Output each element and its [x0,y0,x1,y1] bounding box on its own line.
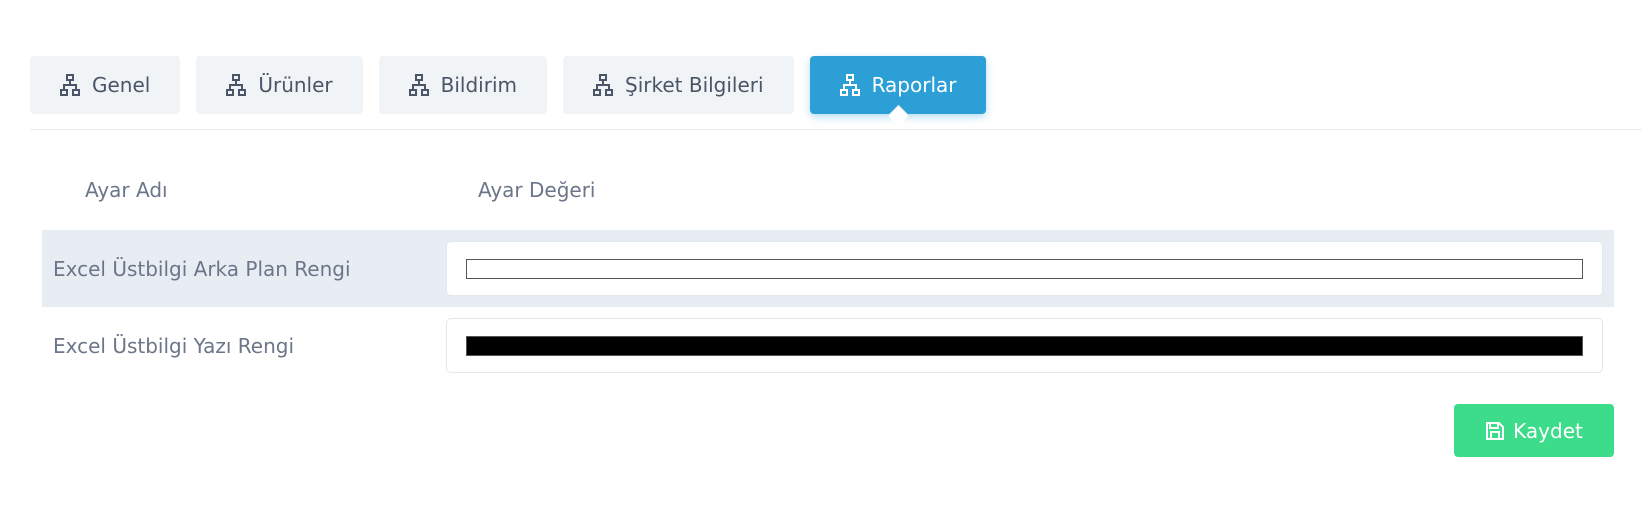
tab-bildirim[interactable]: Bildirim [378,56,547,114]
sitemap-icon [839,74,860,96]
tab-genel[interactable]: Genel [30,56,181,114]
color-swatch[interactable] [466,258,1583,279]
table-row: Excel Üstbilgi Yazı Rengi [42,307,1614,384]
tab-raporlar[interactable]: Raporlar [809,56,987,114]
color-picker-field[interactable] [446,318,1603,373]
tab-label: Genel [92,73,151,97]
color-swatch[interactable] [466,335,1583,356]
column-header-value: Ayar Değeri [478,178,596,202]
color-picker-field[interactable] [446,241,1603,296]
tab-label: Raporlar [871,73,957,97]
tab-label: Ürünler [258,73,333,97]
table-row: Excel Üstbilgi Arka Plan Rengi [42,230,1614,307]
column-header-name: Ayar Adı [85,178,168,202]
tab-label: Şirket Bilgileri [625,73,764,97]
tabs-divider [30,129,1642,130]
sitemap-icon [593,74,613,96]
sitemap-icon [408,74,429,96]
tab-label: Bildirim [440,73,517,97]
tab-sirket-bilgileri[interactable]: Şirket Bilgileri [563,56,794,114]
sitemap-icon [226,74,247,96]
tab-urunler[interactable]: Ürünler [196,56,363,114]
settings-tabs: Genel Ürünler Bildirim Şirket Bilgileri … [30,56,987,114]
save-button[interactable]: Kaydet [1454,404,1614,457]
sitemap-icon [60,74,80,96]
setting-name: Excel Üstbilgi Yazı Rengi [53,333,295,358]
save-icon [1485,421,1505,441]
setting-name: Excel Üstbilgi Arka Plan Rengi [53,256,351,281]
save-label: Kaydet [1513,418,1583,443]
